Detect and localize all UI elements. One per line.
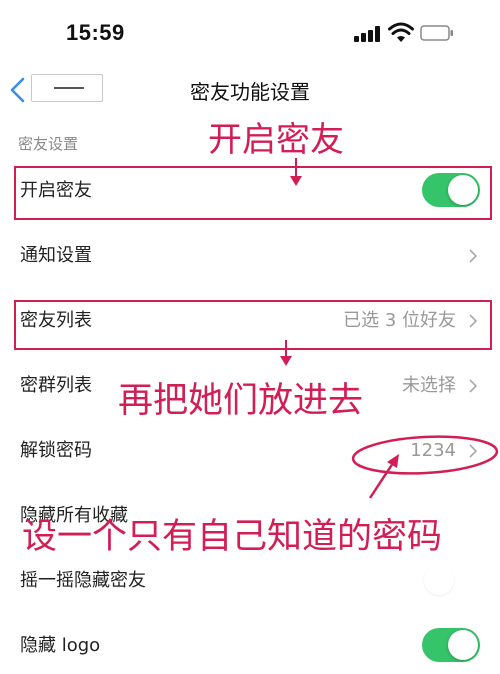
section-title: 密友设置: [18, 135, 79, 153]
row-label: 解锁密码: [20, 440, 92, 461]
annotation-list-note: 再把她们放进去: [118, 381, 364, 421]
chevron-right-icon: [469, 379, 478, 393]
chevron-right-icon: [469, 444, 478, 458]
wifi-icon: [388, 22, 414, 42]
row-label: 密群列表: [20, 375, 92, 396]
status-bar: 15:59: [0, 0, 500, 64]
row-label: 隐藏 logo: [20, 635, 101, 656]
row-hide-logo[interactable]: 隐藏 logo: [0, 618, 500, 674]
chevron-right-icon: [469, 249, 478, 263]
annotation-password-note: 设一个只有自己知道的密码: [22, 517, 443, 557]
signal-icon: [354, 26, 382, 42]
row-notification-settings[interactable]: 通知设置: [0, 228, 500, 284]
row-shake-to-hide[interactable]: 摇一摇隐藏密友: [0, 553, 500, 609]
page-title: 密友功能设置: [190, 80, 310, 104]
annotation-box-list: [14, 300, 492, 350]
hide-logo-toggle[interactable]: [422, 628, 480, 662]
shake-to-hide-toggle[interactable]: [422, 563, 480, 597]
row-label: 摇一摇隐藏密友: [20, 570, 146, 591]
row-value: 1234: [410, 440, 456, 461]
battery-icon: [420, 25, 453, 41]
status-time: 15:59: [66, 20, 125, 45]
annotation-enable-note: 开启密友: [208, 120, 344, 160]
row-unlock-password[interactable]: 解锁密码 1234: [0, 423, 500, 479]
annotation-box-enable: [14, 166, 492, 220]
row-label: 通知设置: [20, 245, 92, 266]
row-value: 未选择: [402, 375, 456, 396]
